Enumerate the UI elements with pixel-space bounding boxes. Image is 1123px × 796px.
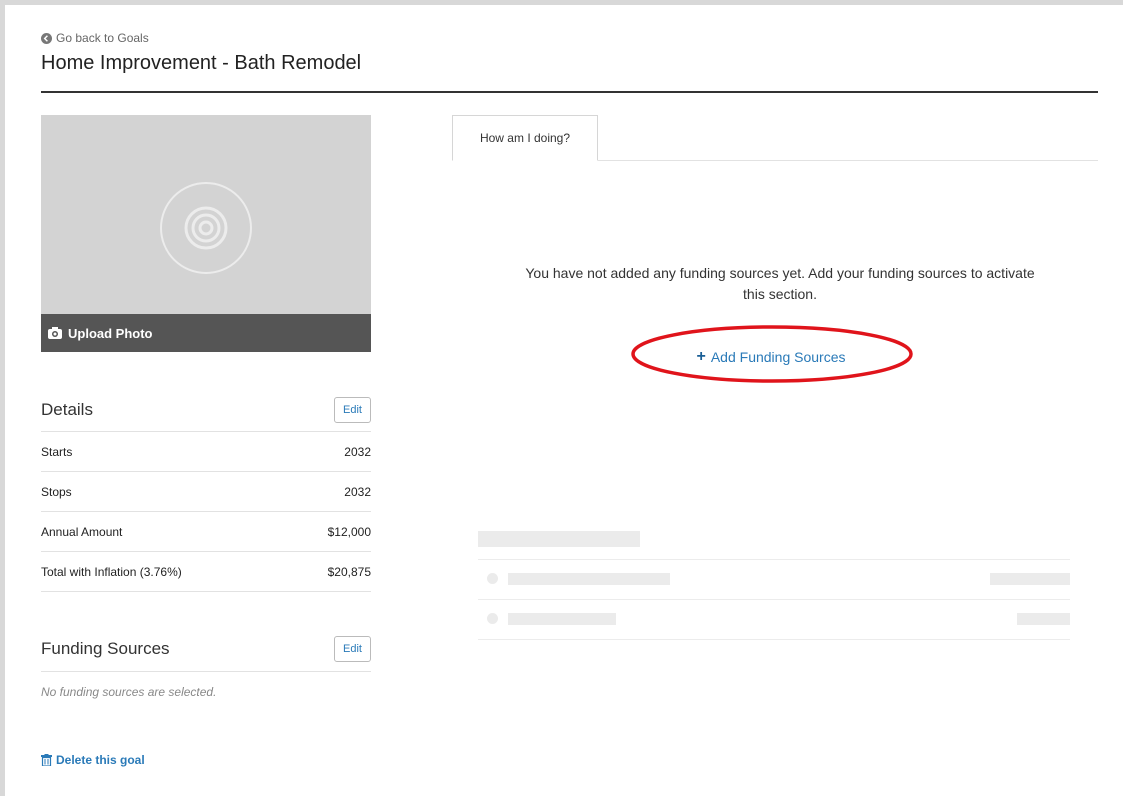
target-placeholder-icon (160, 182, 252, 274)
page-title: Home Improvement - Bath Remodel (41, 52, 362, 74)
skeleton-divider (478, 599, 1070, 600)
funding-sources-header: Funding Sources Edit (41, 636, 371, 662)
camera-icon (48, 327, 62, 339)
add-funding-sources-link[interactable]: + Add Funding Sources (630, 337, 912, 377)
empty-state-message: You have not added any funding sources y… (525, 265, 1035, 302)
skeleton-divider (478, 639, 1070, 640)
skeleton-divider (478, 559, 1070, 560)
skeleton-bar (1017, 613, 1070, 625)
funding-sources-divider (41, 671, 371, 672)
skeleton-dot (487, 573, 498, 584)
tab-how-am-i-doing[interactable]: How am I doing? (452, 115, 598, 161)
detail-row-starts: Starts 2032 (41, 432, 371, 472)
detail-value: 2032 (344, 484, 371, 499)
funding-sources-title: Funding Sources (41, 639, 170, 658)
window-top-border (0, 0, 1123, 5)
detail-row-annual-amount: Annual Amount $12,000 (41, 512, 371, 552)
skeleton-bar (508, 613, 616, 625)
add-funding-sources-label: Add Funding Sources (710, 349, 846, 365)
detail-label: Annual Amount (41, 524, 123, 539)
details-edit-button[interactable]: Edit (334, 397, 371, 423)
trash-icon (41, 754, 52, 766)
back-to-goals-link[interactable]: Go back to Goals (41, 31, 149, 45)
details-header: Details Edit (41, 397, 371, 423)
detail-label: Total with Inflation (3.76%) (41, 564, 182, 579)
detail-row-stops: Stops 2032 (41, 472, 371, 512)
goal-photo: Upload Photo (41, 115, 371, 352)
title-divider (41, 91, 1098, 93)
circle-arrow-left-icon (41, 32, 52, 44)
skeleton-heading (478, 531, 640, 547)
delete-goal-link[interactable]: Delete this goal (41, 753, 145, 767)
details-title: Details (41, 400, 93, 419)
skeleton-bar (990, 573, 1070, 585)
skeleton-bar (508, 573, 670, 585)
plus-icon: + (696, 348, 706, 365)
skeleton-dot (487, 613, 498, 624)
window-left-border (0, 0, 5, 796)
back-link-label: Go back to Goals (56, 31, 149, 45)
upload-photo-label: Upload Photo (68, 325, 153, 341)
no-funding-text: No funding sources are selected. (41, 685, 217, 699)
delete-goal-label: Delete this goal (56, 753, 145, 767)
detail-label: Stops (41, 484, 72, 499)
detail-row-total-inflation: Total with Inflation (3.76%) $20,875 (41, 552, 371, 592)
detail-value: $12,000 (327, 524, 371, 539)
detail-value: $20,875 (327, 564, 371, 579)
detail-label: Starts (41, 444, 73, 459)
upload-photo-button[interactable]: Upload Photo (41, 314, 371, 352)
funding-sources-edit-button[interactable]: Edit (334, 636, 371, 662)
detail-value: 2032 (344, 444, 371, 459)
